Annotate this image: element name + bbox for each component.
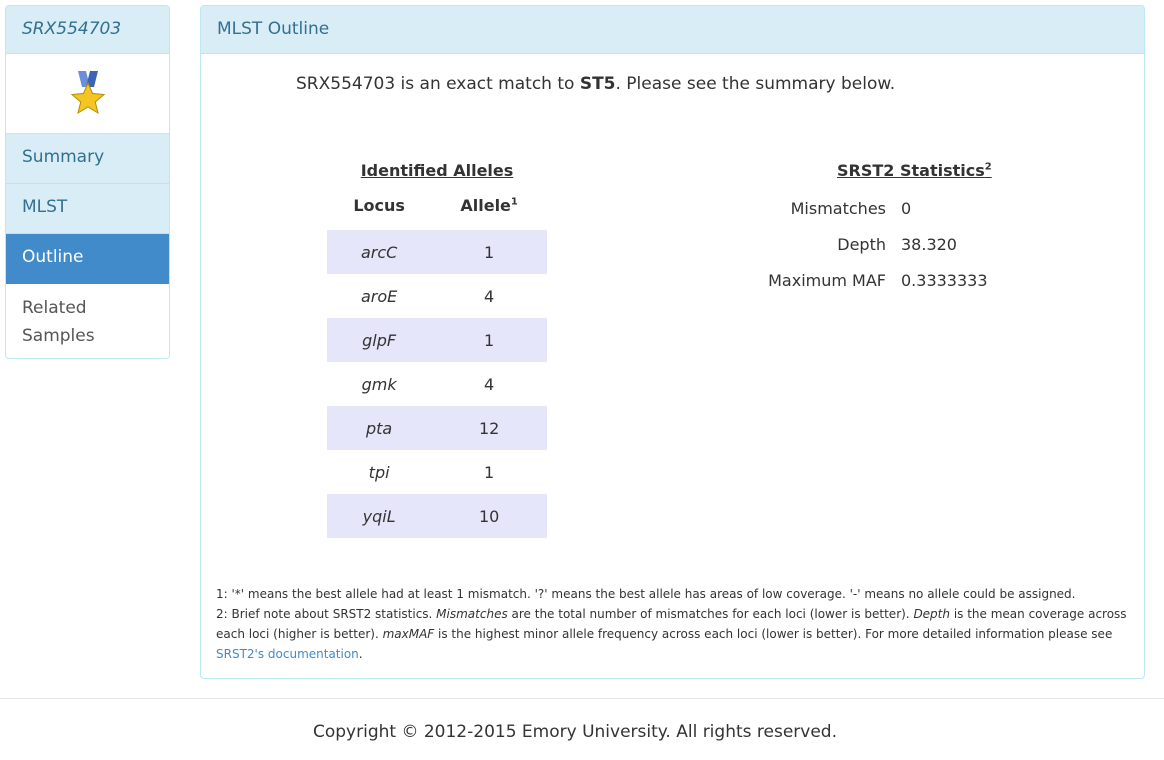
allele-cell: 4 (484, 286, 495, 306)
intro-suffix: . Please see the summary below. (615, 74, 896, 94)
sidebar-item-summary[interactable]: Summary (6, 134, 169, 184)
stat-value: 38.320 (901, 234, 957, 254)
srst2-title: SRST2 Statistics2 (837, 161, 992, 180)
intro-text: SRX554703 is an exact match to ST5. Plea… (296, 74, 895, 94)
allele-cell: 1 (431, 230, 547, 274)
stat-row-max-maf: Maximum MAF 0.3333333 (761, 262, 1061, 298)
stat-label: Mismatches (790, 198, 886, 218)
table-row: aroE 4 (327, 274, 547, 318)
allele-cell: 12 (431, 406, 547, 450)
srst2-footnote-ref: 2 (984, 161, 992, 173)
col-locus: Locus (353, 196, 405, 215)
medal-star-icon (70, 70, 105, 114)
locus-cell: tpi (368, 462, 390, 482)
intro-prefix: SRX554703 is an exact match to (296, 74, 580, 94)
panel-heading: MLST Outline (201, 6, 1144, 54)
sidebar-item-mlst[interactable]: MLST (6, 184, 169, 234)
stat-value: 0 (901, 198, 912, 218)
sidebar-item-outline[interactable]: Outline (6, 234, 169, 284)
srst2-statistics: SRST2 Statistics2 Mismatches 0 Depth 38.32… (761, 161, 1061, 298)
sidebar-item-related-samples[interactable]: Related Samples (6, 284, 169, 358)
stat-label: Maximum MAF (768, 270, 886, 290)
locus-cell: gmk (361, 374, 397, 394)
mlst-outline-panel: MLST Outline SRX554703 is an exact match… (200, 5, 1145, 679)
allele-cell: 1 (431, 318, 547, 362)
locus-cell: pta (327, 406, 432, 450)
locus-cell: yqiL (327, 494, 432, 538)
sidebar: SRX554703 Summary MLST Outline Related S… (5, 5, 170, 359)
footnote-2: 2: Brief note about SRST2 statistics. Mi… (216, 607, 1127, 661)
footer-divider (0, 698, 1164, 699)
locus-cell: arcC (327, 230, 432, 274)
allele-footnote-ref: 1 (510, 196, 518, 208)
medal-container (6, 54, 169, 134)
sample-title: SRX554703 (6, 6, 169, 54)
stat-row-mismatches: Mismatches 0 (761, 190, 1061, 226)
table-row: pta 12 (327, 406, 547, 450)
alleles-title: Identified Alleles (360, 161, 514, 180)
table-row: tpi 1 (327, 450, 547, 494)
table-row: gmk 4 (327, 362, 547, 406)
table-row: glpF 1 (327, 318, 547, 362)
stat-label: Depth (837, 234, 886, 254)
locus-cell: glpF (327, 318, 432, 362)
srst2-documentation-link[interactable]: SRST2's documentation (216, 647, 359, 661)
footnote-1: 1: '*' means the best allele had at leas… (216, 587, 1076, 601)
allele-cell: 10 (431, 494, 547, 538)
stat-row-depth: Depth 38.320 (761, 226, 1061, 262)
allele-cell: 4 (484, 374, 495, 394)
footer-copyright: Copyright © 2012-2015 Emory University. … (312, 722, 837, 742)
identified-alleles: Identified Alleles Locus Allele1 arcC 1 a… (327, 161, 547, 538)
sequence-type: ST5 (579, 74, 616, 94)
alleles-table: Locus Allele1 arcC 1 aroE 4 glpF 1 gmk 4 pta… (327, 194, 547, 538)
stat-value: 0.3333333 (901, 270, 988, 290)
locus-cell: aroE (360, 286, 398, 306)
footnotes: 1: '*' means the best allele had at leas… (216, 584, 1131, 664)
allele-cell: 1 (484, 462, 495, 482)
table-row: arcC 1 (327, 230, 547, 274)
table-row: yqiL 10 (327, 494, 547, 538)
col-allele: Allele1 (460, 196, 518, 215)
